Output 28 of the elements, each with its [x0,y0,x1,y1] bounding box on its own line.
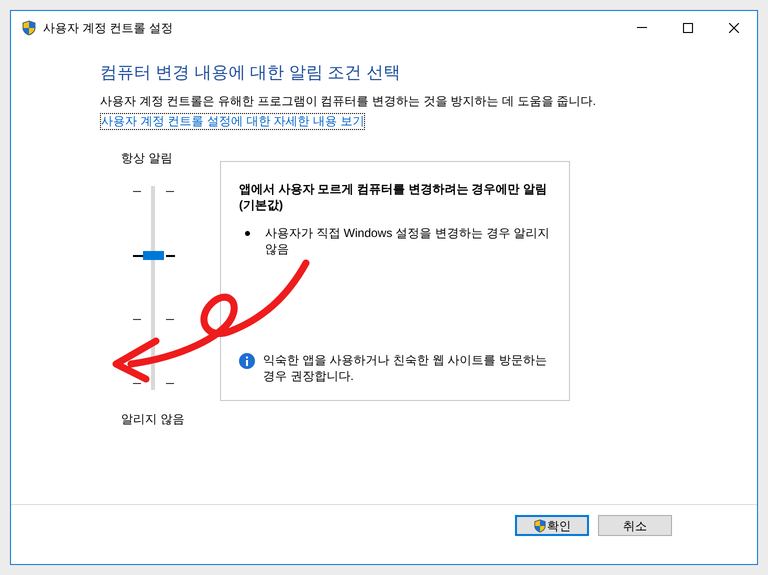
slider-thumb[interactable] [143,251,164,260]
notification-slider[interactable] [133,186,175,390]
bullet-text: 사용자가 직접 Windows 설정을 변경하는 경우 알리지 않음 [265,225,551,257]
shield-icon [533,518,547,532]
tick-mark [166,191,174,192]
page-heading: 컴퓨터 변경 내용에 대한 알림 조건 선택 [100,62,402,84]
tick-mark [133,255,143,257]
help-link[interactable]: 사용자 계정 컨트롤 설정에 대한 자세한 내용 보기 [100,113,366,130]
minimize-icon [637,27,647,28]
recommendation-text: 익숙한 앱을 사용하거나 친숙한 웹 사이트를 방문하는 경우 권장합니다. [263,352,548,384]
shield-icon [21,20,37,36]
window-title: 사용자 계정 컨트롤 설정 [43,20,174,36]
tick-mark [133,191,141,192]
tick-mark [133,319,141,320]
tick-mark [133,383,141,384]
dialog-button[interactable]: 취소 [598,515,672,536]
bullet-icon [245,231,250,236]
tick-mark [166,319,174,320]
description-text: 사용자 계정 컨트롤은 유해한 프로그램이 컴퓨터를 변경하는 것을 방지하는 데 도움을 줍니다. [100,94,598,109]
info-icon [239,353,255,369]
tick-mark [166,255,175,257]
slider-bottom-label: 알리지 않음 [121,411,184,428]
close-icon [729,22,739,32]
maximize-icon [683,22,693,32]
dialog-button[interactable]: 확인 [515,515,589,536]
setting-title: 앱에서 사용자 모르게 컴퓨터를 변경하려는 경우에만 알림 (기본값) [239,181,548,213]
tick-mark [166,383,174,384]
slider-top-label: 항상 알림 [121,150,172,167]
